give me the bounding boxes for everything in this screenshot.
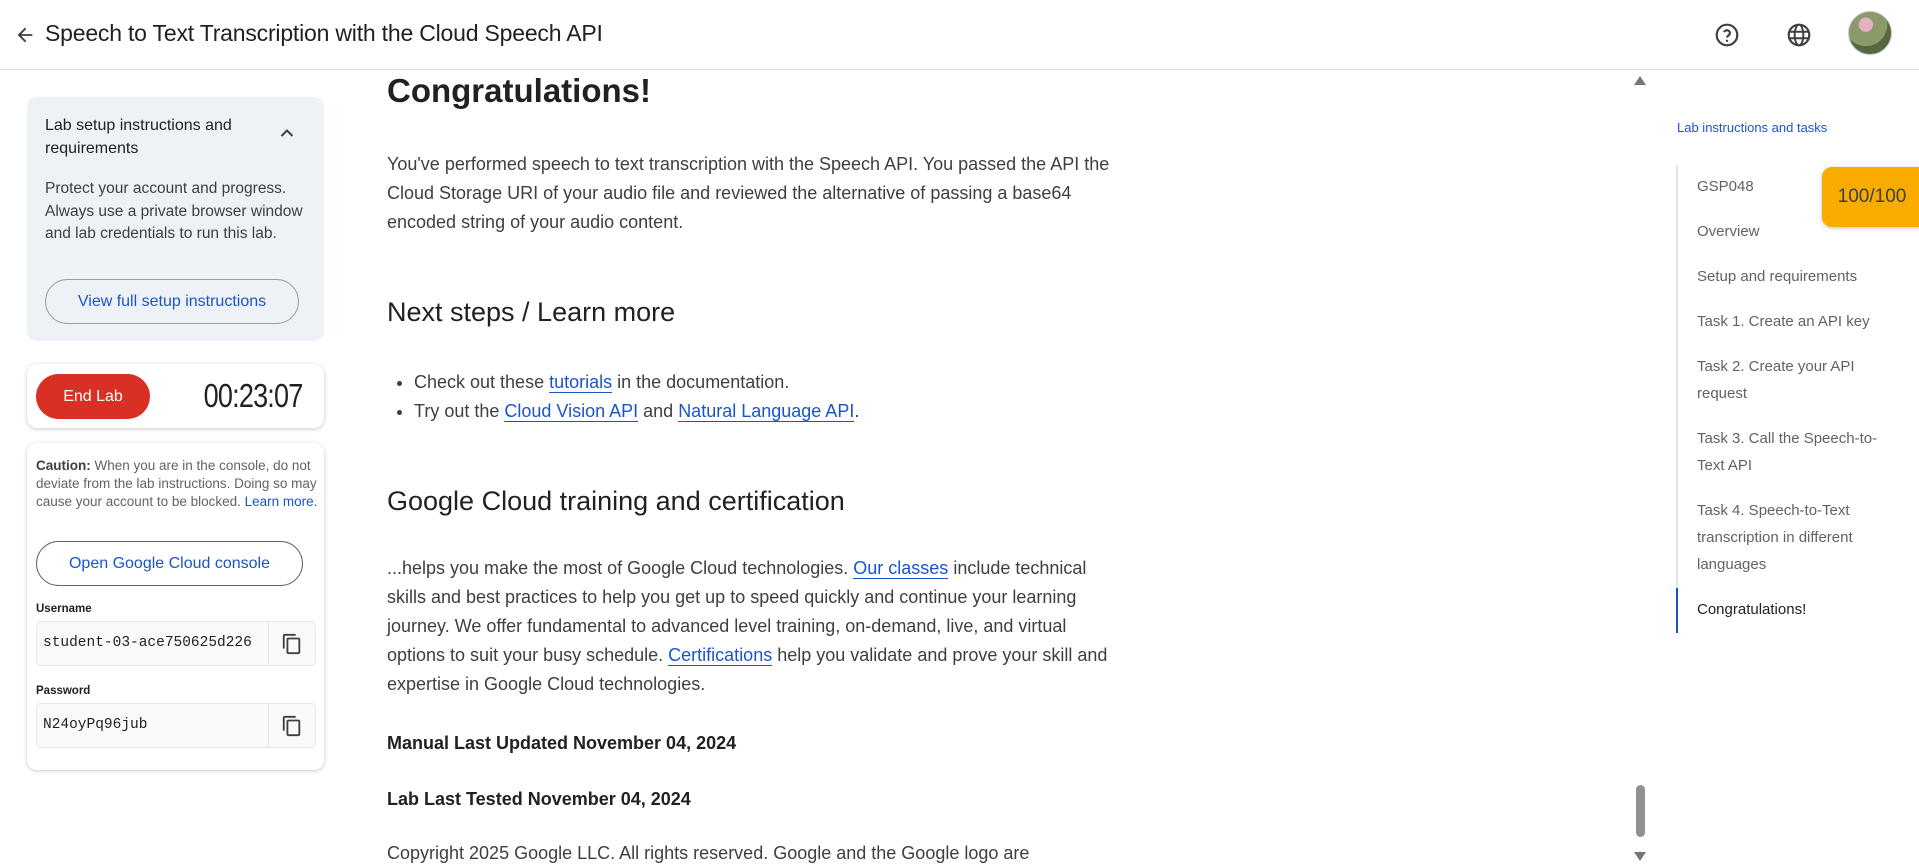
lab-timer: 00:23:07	[203, 377, 303, 414]
copyright-text: Copyright 2025 Google LLC. All rights re…	[387, 843, 1030, 863]
list-item: Check out these tutorials in the documen…	[414, 368, 859, 397]
caution-message: Caution: When you are in the console, do…	[36, 457, 318, 511]
toc-rail	[1676, 165, 1678, 633]
scrollbar-thumb[interactable]	[1636, 785, 1645, 837]
toc-item-congratulations[interactable]: Congratulations!	[1697, 596, 1897, 623]
list-item: Try out the Cloud Vision API and Natural…	[414, 397, 859, 426]
training-text: ...helps you make the most of Google Clo…	[387, 558, 854, 578]
our-classes-link[interactable]: Our classes	[853, 558, 949, 579]
toc-item-task-3[interactable]: Task 3. Call the Speech-to-Text API	[1697, 425, 1897, 479]
cloud-vision-api-link[interactable]: Cloud Vision API	[504, 400, 639, 422]
timer-card: End Lab 00:23:07	[27, 364, 324, 428]
setup-title: Lab setup instructions and requirements	[45, 117, 232, 157]
step-text: Try out the	[414, 400, 505, 421]
step-text: and	[638, 400, 679, 421]
username-value[interactable]: student-03-ace750625d226	[43, 635, 258, 651]
caution-label: Caution:	[36, 458, 91, 473]
scroll-down-arrow-icon[interactable]	[1634, 852, 1646, 861]
open-console-button[interactable]: Open Google Cloud console	[36, 541, 303, 586]
globe-icon[interactable]	[1782, 18, 1816, 52]
learn-more-link[interactable]: Learn more.	[245, 494, 318, 509]
certifications-link[interactable]: Certifications	[668, 645, 773, 666]
training-paragraph: ...helps you make the most of Google Clo…	[387, 554, 1112, 699]
step-text: Check out these	[414, 372, 550, 392]
end-lab-button[interactable]: End Lab	[36, 374, 150, 419]
chevron-up-icon[interactable]	[277, 123, 297, 143]
copy-username-icon[interactable]	[268, 622, 315, 665]
top-bar: Speech to Text Transcription with the Cl…	[0, 0, 1919, 70]
step-text: .	[854, 400, 860, 421]
toc-item-task-2[interactable]: Task 2. Create your API request	[1697, 353, 1882, 407]
help-circle-icon[interactable]	[1710, 18, 1744, 52]
password-value[interactable]: N24oyPq96jub	[43, 717, 258, 733]
content-scrollbar[interactable]	[1633, 70, 1647, 867]
scroll-up-arrow-icon[interactable]	[1634, 76, 1646, 85]
avatar[interactable]	[1848, 11, 1892, 55]
next-steps-list: Check out these tutorials in the documen…	[414, 368, 859, 425]
toc-title: Lab instructions and tasks	[1677, 120, 1828, 135]
lab-tested-text: Lab Last Tested November 04, 2024	[387, 789, 691, 809]
toc-active-indicator	[1676, 588, 1678, 633]
copy-password-icon[interactable]	[268, 704, 315, 747]
score-badge: 100/100	[1822, 167, 1919, 227]
page-title: Speech to Text Transcription with the Cl…	[45, 20, 603, 46]
username-label: Username	[36, 603, 92, 615]
toc-item-task-1[interactable]: Task 1. Create an API key	[1697, 308, 1897, 335]
step-text: in the documentation.	[612, 372, 790, 392]
username-field[interactable]: student-03-ace750625d226	[36, 621, 316, 666]
password-label: Password	[36, 685, 91, 697]
tutorials-link[interactable]: tutorials	[549, 372, 613, 393]
intro-paragraph: You've performed speech to text transcri…	[387, 154, 1110, 232]
setup-card: Lab setup instructions and requirements …	[27, 97, 324, 341]
toc-item-task-4[interactable]: Task 4. Speech-to-Text transcription in …	[1697, 497, 1887, 578]
view-setup-instructions-button[interactable]: View full setup instructions	[45, 279, 299, 324]
natural-language-api-link[interactable]: Natural Language API	[678, 400, 855, 422]
section-heading-congratulations: Congratulations!	[387, 72, 651, 109]
next-steps-heading: Next steps / Learn more	[387, 297, 676, 327]
password-field[interactable]: N24oyPq96jub	[36, 703, 316, 748]
setup-description: Protect your account and progress. Alway…	[45, 180, 303, 242]
credentials-card: Caution: When you are in the console, do…	[27, 443, 324, 770]
manual-updated-text: Manual Last Updated November 04, 2024	[387, 733, 737, 753]
toc-item-setup[interactable]: Setup and requirements	[1697, 263, 1897, 290]
back-arrow-icon[interactable]	[10, 20, 40, 50]
training-heading: Google Cloud training and certification	[387, 486, 845, 516]
